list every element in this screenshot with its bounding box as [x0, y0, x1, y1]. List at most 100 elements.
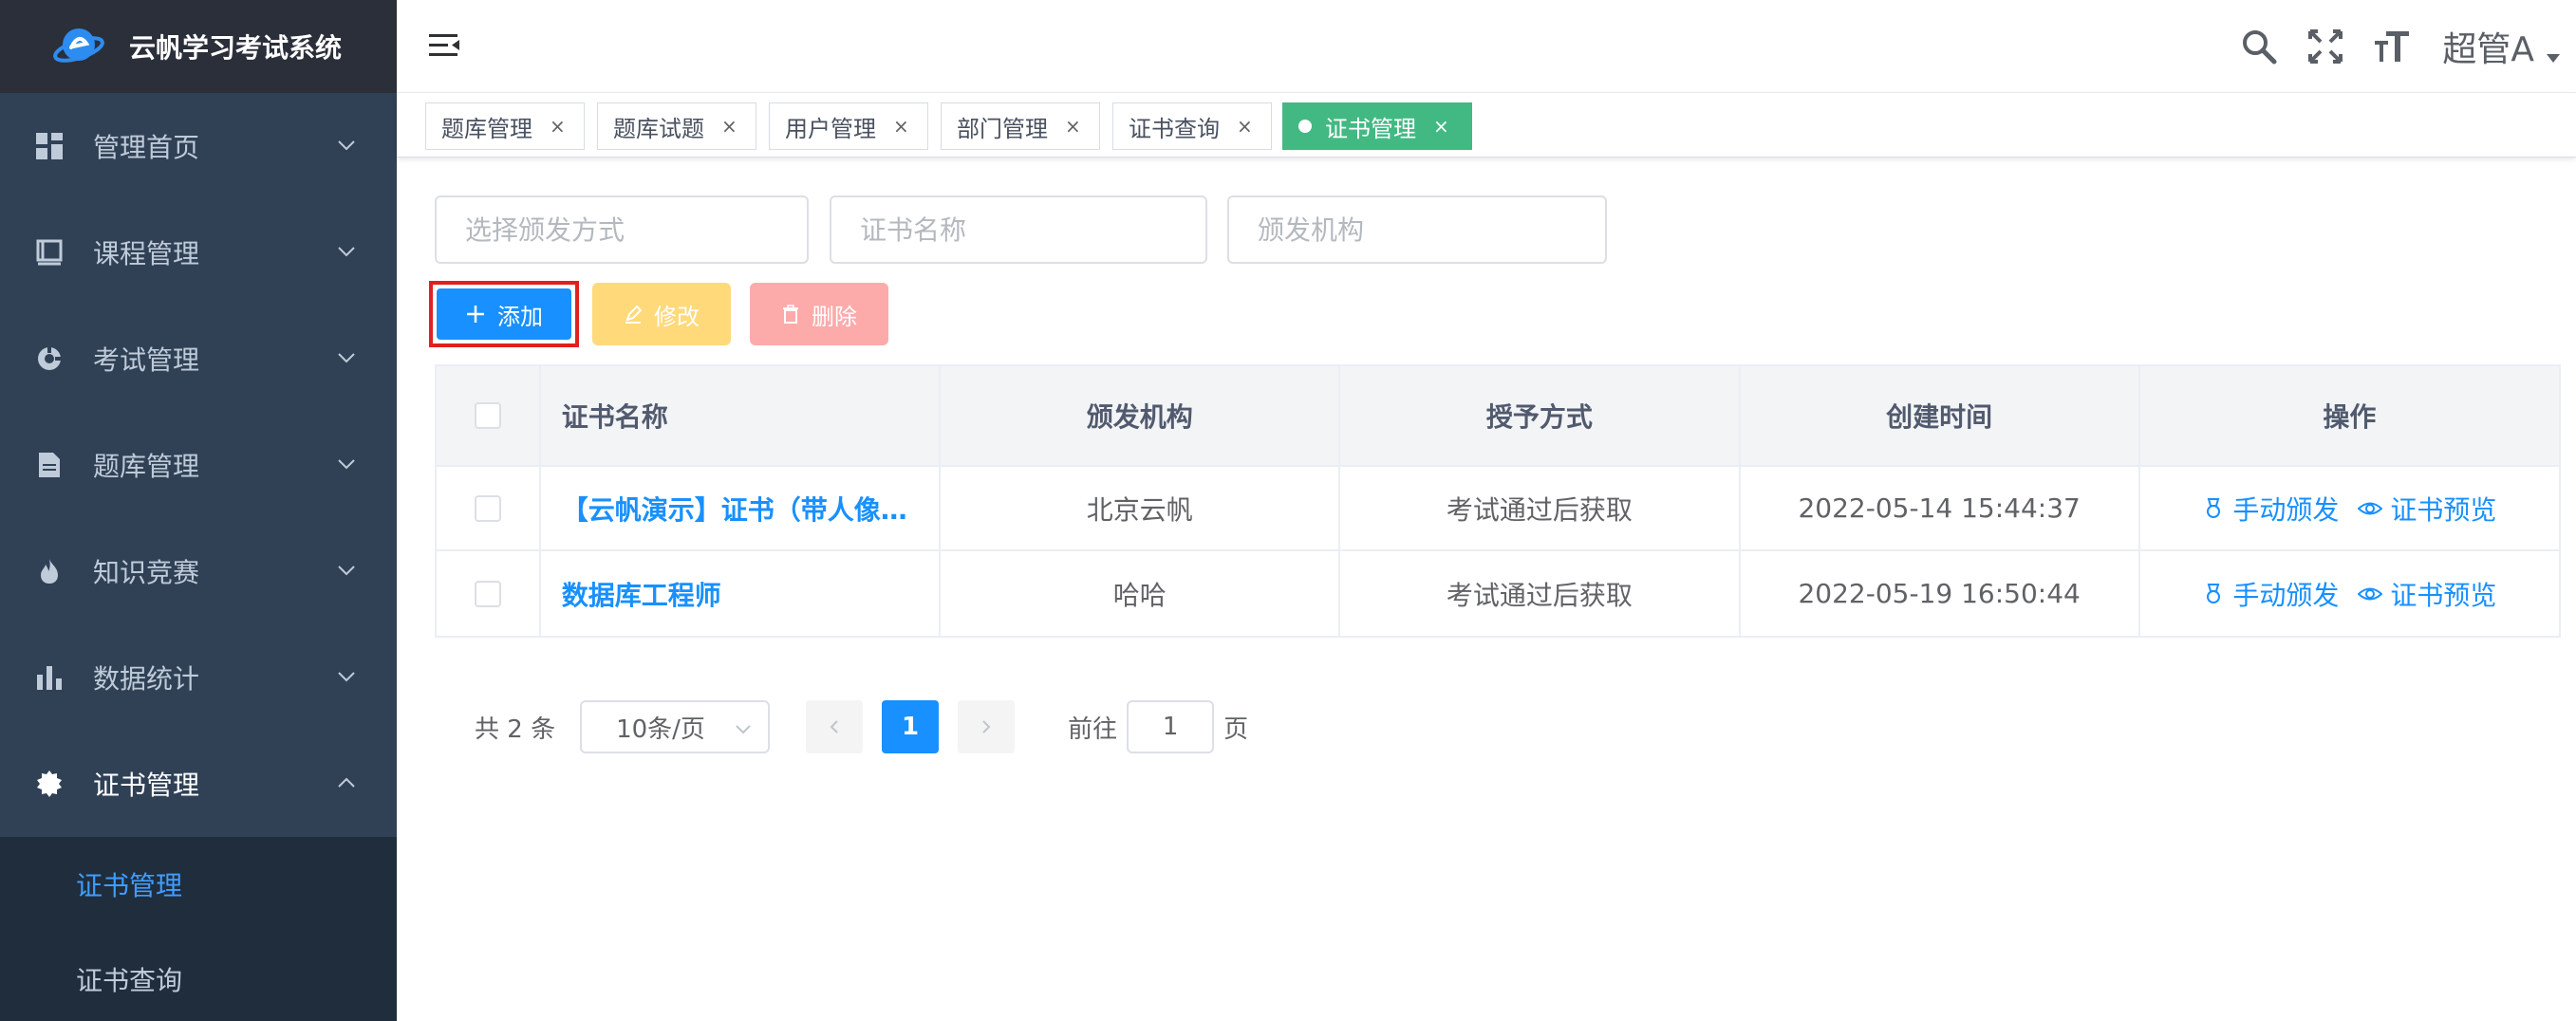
close-icon[interactable]: ×	[1237, 115, 1253, 138]
eye-icon	[2358, 587, 2383, 600]
top-navbar: 超管A	[397, 0, 2576, 93]
caret-down-icon[interactable]	[2544, 48, 2563, 67]
sidebar-item-question-bank[interactable]: 题库管理	[0, 412, 397, 518]
bar-chart-icon	[32, 660, 66, 695]
sidebar-item-label: 证书管理	[93, 770, 200, 801]
tag-label: 证书查询	[1129, 115, 1220, 142]
sidebar: 云帆学习考试系统 管理首页 课程管理 考试管理 题库管理 知识竞赛 数据统计 证…	[0, 0, 397, 1021]
ops-cell: 手动颁发 证书预览	[2140, 551, 2559, 636]
certificate-table: 证书名称 颁发机构 授予方式 创建时间 操作 【云帆演示】证书（带人像… 北京云…	[435, 364, 2561, 638]
sidebar-item-label: 考试管理	[93, 344, 200, 376]
grant-cell: 考试通过后获取	[1340, 467, 1741, 549]
goto-label: 前往	[1068, 715, 1118, 744]
header-grant[interactable]: 授予方式	[1340, 366, 1741, 465]
header-checkbox-cell	[437, 366, 541, 465]
chevron-right-icon	[982, 720, 991, 733]
fire-icon	[32, 554, 66, 588]
sidebar-item-contest[interactable]: 知识竞赛	[0, 518, 397, 624]
page-suffix: 页	[1223, 715, 1249, 744]
tag-question-items[interactable]: 题库试题 ×	[597, 102, 756, 150]
chevron-down-icon	[338, 672, 355, 682]
book-icon	[32, 235, 66, 269]
edit-button-label: 修改	[654, 303, 700, 330]
page-number-button[interactable]: 1	[882, 700, 940, 753]
manual-grant-link[interactable]: 手动颁发	[2202, 490, 2339, 528]
user-name[interactable]: 超管A	[2442, 22, 2534, 71]
close-icon[interactable]: ×	[1065, 115, 1081, 138]
hamburger-icon[interactable]	[427, 28, 461, 63]
logo-area: 云帆学习考试系统	[0, 0, 397, 93]
eye-icon	[2358, 502, 2383, 514]
navbar-right: 超管A	[2237, 0, 2576, 93]
active-dot-icon	[1298, 120, 1312, 133]
grant-type-select[interactable]	[435, 195, 809, 264]
grant-cell: 考试通过后获取	[1340, 551, 1741, 636]
prev-page-button[interactable]	[806, 700, 864, 753]
sidebar-item-statistics[interactable]: 数据统计	[0, 624, 397, 731]
pagination: 共 2 条 10条/页 1 前往 页	[475, 700, 1248, 753]
tag-question-bank[interactable]: 题库管理 ×	[425, 102, 585, 150]
sidebar-item-label: 数据统计	[93, 663, 200, 695]
goto-page-input[interactable]	[1127, 700, 1215, 753]
preview-label: 证书预览	[2390, 493, 2497, 526]
fullscreen-icon[interactable]	[2304, 25, 2347, 68]
edit-icon	[624, 305, 643, 324]
submenu-item-cert-manage[interactable]: 证书管理	[0, 837, 397, 932]
close-icon[interactable]: ×	[721, 115, 737, 138]
row-checkbox[interactable]	[474, 494, 501, 522]
chevron-up-icon	[338, 777, 355, 788]
header-created[interactable]: 创建时间	[1741, 366, 2140, 465]
table-header-row: 证书名称 颁发机构 授予方式 创建时间 操作	[437, 366, 2559, 467]
sidebar-item-certificate[interactable]: 证书管理	[0, 731, 397, 837]
page-size-select[interactable]: 10条/页	[580, 700, 771, 753]
chevron-down-icon	[338, 247, 355, 257]
add-button[interactable]: 添加	[437, 288, 571, 340]
medal-icon	[2207, 583, 2221, 603]
chevron-left-icon	[830, 720, 838, 733]
sidebar-item-home[interactable]: 管理首页	[0, 93, 397, 199]
row-checkbox[interactable]	[474, 580, 501, 607]
tag-dept-manage[interactable]: 部门管理 ×	[941, 102, 1100, 150]
preview-link[interactable]: 证书预览	[2358, 575, 2496, 613]
header-name[interactable]: 证书名称	[541, 366, 942, 465]
manual-grant-label: 手动颁发	[2232, 493, 2340, 526]
manual-grant-link[interactable]: 手动颁发	[2202, 575, 2339, 613]
tag-label: 证书管理	[1325, 115, 1416, 142]
submenu-item-cert-query[interactable]: 证书查询	[0, 932, 397, 1021]
delete-button[interactable]: 删除	[750, 283, 888, 345]
exam-icon	[32, 342, 66, 376]
chevron-down-icon	[338, 140, 355, 151]
edit-button[interactable]: 修改	[592, 283, 731, 345]
sidebar-item-label: 知识竞赛	[93, 557, 200, 588]
issuer-input[interactable]	[1227, 195, 1607, 264]
created-cell: 2022-05-14 15:44:37	[1741, 467, 2140, 549]
close-icon[interactable]: ×	[550, 115, 566, 138]
sidebar-item-course[interactable]: 课程管理	[0, 199, 397, 306]
issuer-cell: 北京云帆	[941, 467, 1341, 549]
cert-name-cell: 【云帆演示】证书（带人像…	[541, 467, 942, 549]
cert-name-link[interactable]: 数据库工程师	[562, 575, 721, 613]
medal-icon	[2207, 497, 2221, 518]
ops-cell: 手动颁发 证书预览	[2140, 467, 2559, 549]
chevron-down-icon	[736, 725, 751, 734]
search-icon[interactable]	[2237, 25, 2281, 68]
next-page-button[interactable]	[958, 700, 1016, 753]
preview-link[interactable]: 证书预览	[2358, 490, 2496, 528]
font-size-icon[interactable]	[2370, 25, 2414, 68]
sidebar-item-label: 题库管理	[93, 451, 200, 482]
sidebar-item-label: 课程管理	[93, 238, 200, 269]
cert-name-link[interactable]: 【云帆演示】证书（带人像…	[562, 490, 907, 528]
tag-user-manage[interactable]: 用户管理 ×	[769, 102, 928, 150]
header-ops: 操作	[2323, 401, 2377, 433]
close-icon[interactable]: ×	[893, 115, 909, 138]
close-icon[interactable]: ×	[1433, 115, 1449, 138]
select-all-checkbox[interactable]	[474, 402, 501, 429]
cert-name-input[interactable]	[830, 195, 1207, 264]
issuer-cell: 哈哈	[941, 551, 1341, 636]
page-size-value: 10条/页	[616, 715, 705, 744]
chevron-down-icon	[338, 566, 355, 576]
sidebar-item-exam[interactable]: 考试管理	[0, 306, 397, 412]
tag-cert-query[interactable]: 证书查询 ×	[1112, 102, 1272, 150]
tag-cert-manage[interactable]: 证书管理 ×	[1282, 102, 1472, 150]
header-issuer[interactable]: 颁发机构	[941, 366, 1341, 465]
